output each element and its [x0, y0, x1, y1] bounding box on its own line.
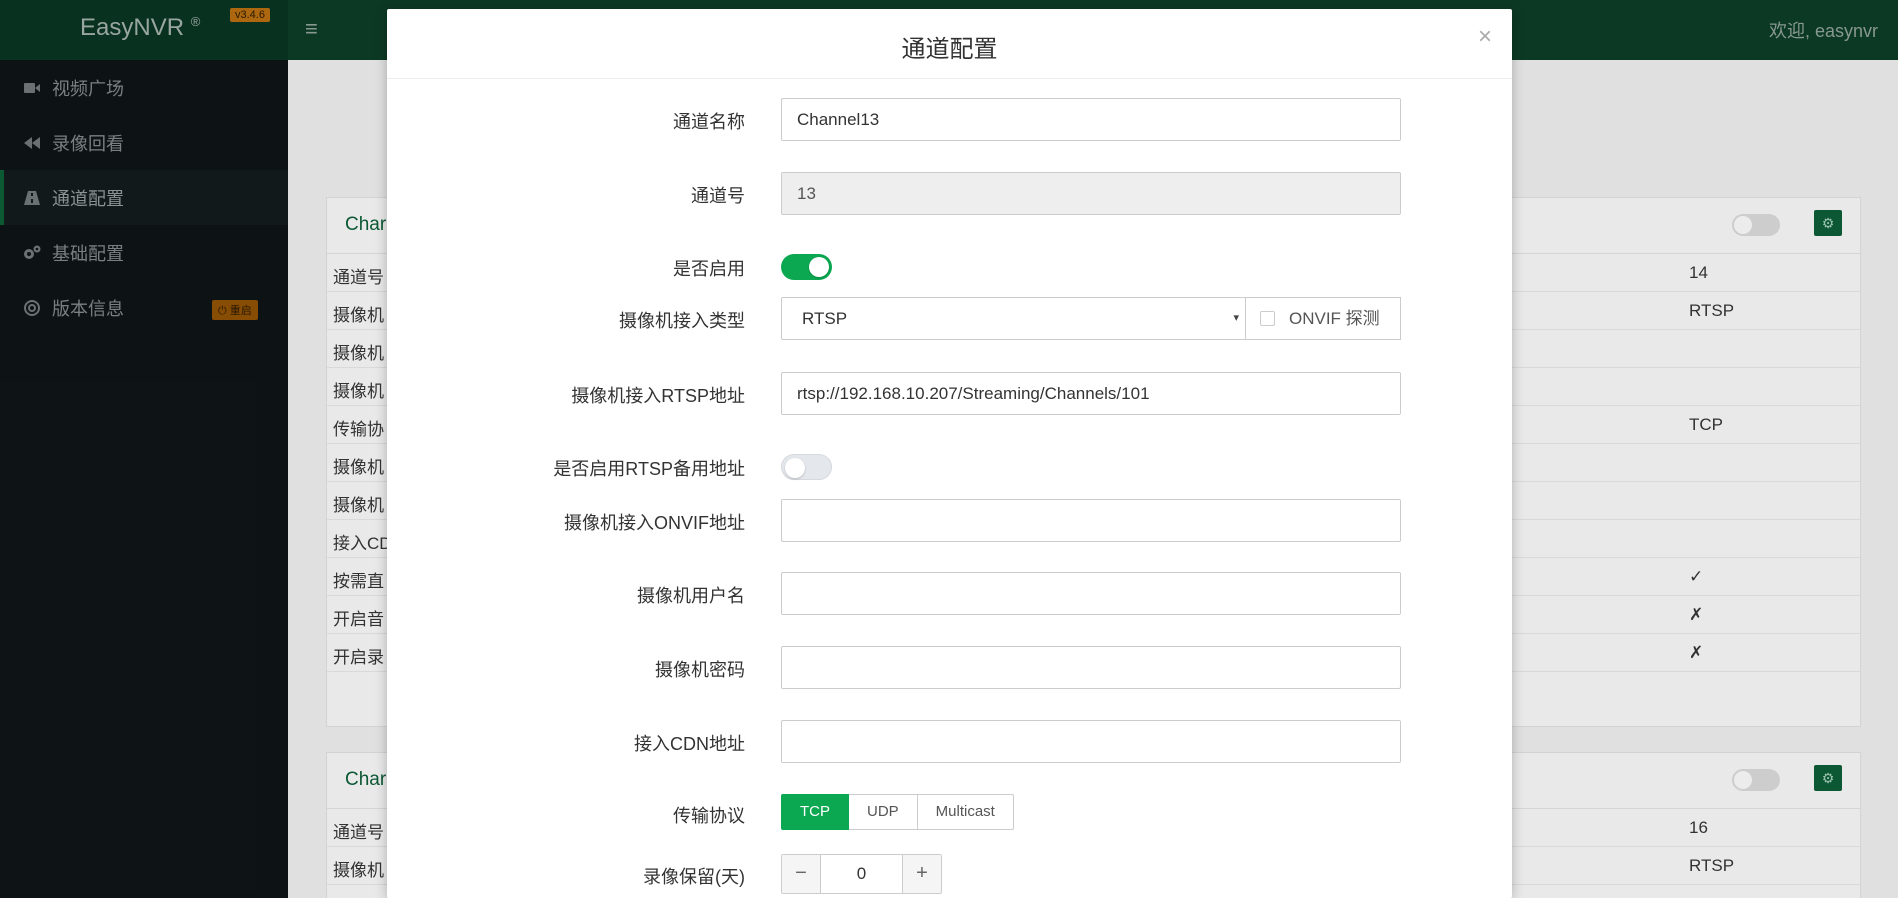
protocol-tcp-button[interactable]: TCP: [781, 794, 849, 830]
access-type-select[interactable]: RTSP ▾: [781, 297, 1246, 340]
chevron-down-icon: ▾: [1233, 312, 1239, 324]
channel-name-label: 通道名称: [673, 112, 745, 132]
rtsp-url-input[interactable]: [781, 372, 1401, 415]
cdn-url-input[interactable]: [781, 720, 1401, 763]
retention-label: 录像保留(天): [643, 867, 745, 887]
close-icon[interactable]: ×: [1478, 23, 1492, 51]
password-label: 摄像机密码: [655, 660, 745, 680]
access-type-value: RTSP: [802, 309, 848, 328]
onvif-probe-checkbox[interactable]: ONVIF 探测: [1245, 297, 1401, 340]
channel-config-dialog: 通道配置 × 通道名称 通道号 是否启用 摄像机接入类型 RTSP ▾ ONVI…: [387, 9, 1512, 898]
protocol-udp-button[interactable]: UDP: [849, 794, 918, 830]
enabled-label: 是否启用: [673, 259, 745, 279]
rtsp-backup-label: 是否启用RTSP备用地址: [553, 459, 745, 479]
username-label: 摄像机用户名: [637, 586, 745, 606]
dialog-header: 通道配置 ×: [387, 9, 1512, 79]
retention-value[interactable]: 0: [821, 855, 902, 893]
channel-number-input: [781, 172, 1401, 215]
protocol-button-group: TCP UDP Multicast: [781, 794, 1014, 830]
username-input[interactable]: [781, 572, 1401, 615]
retention-stepper: − 0 +: [781, 854, 942, 894]
onvif-url-input[interactable]: [781, 499, 1401, 542]
rtsp-url-label: 摄像机接入RTSP地址: [571, 386, 745, 406]
onvif-url-label: 摄像机接入ONVIF地址: [563, 513, 745, 533]
onvif-probe-label: ONVIF 探测: [1289, 309, 1380, 328]
channel-number-label: 通道号: [691, 186, 745, 206]
enabled-switch[interactable]: [781, 254, 832, 280]
checkbox-icon[interactable]: [1260, 311, 1275, 326]
password-input[interactable]: [781, 646, 1401, 689]
protocol-multicast-button[interactable]: Multicast: [917, 794, 1014, 830]
plus-icon[interactable]: +: [902, 855, 941, 893]
channel-name-input[interactable]: [781, 98, 1401, 141]
rtsp-backup-switch[interactable]: [781, 454, 832, 480]
cdn-url-label: 接入CDN地址: [634, 734, 745, 754]
access-type-label: 摄像机接入类型: [619, 311, 745, 331]
dialog-title: 通道配置: [901, 36, 998, 63]
minus-icon[interactable]: −: [782, 855, 821, 893]
protocol-label: 传输协议: [673, 806, 745, 826]
